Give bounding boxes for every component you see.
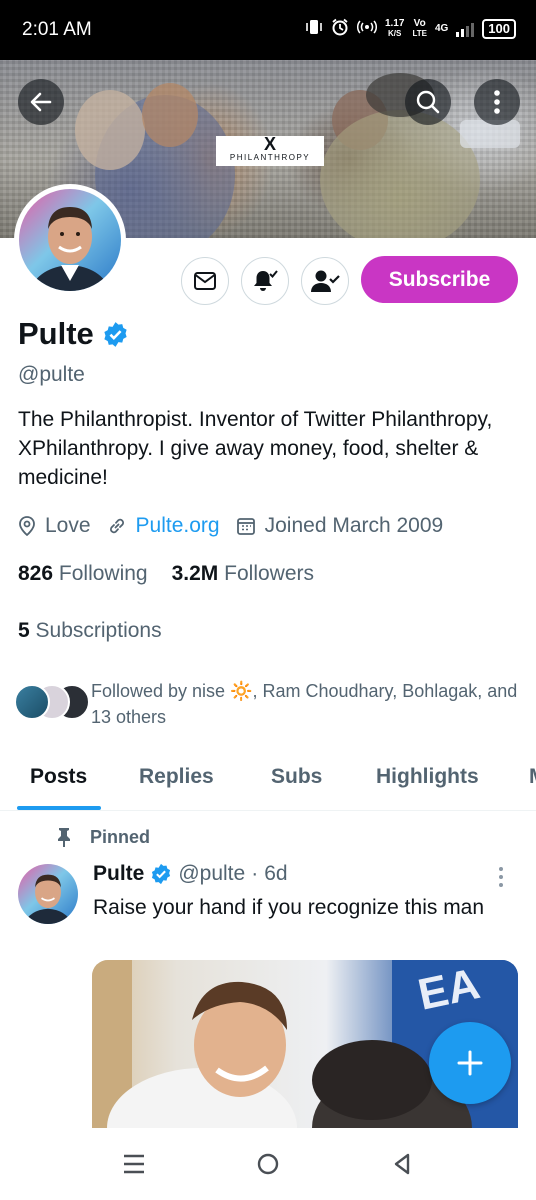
- subscribe-button[interactable]: Subscribe: [361, 256, 518, 303]
- home-button[interactable]: [248, 1148, 288, 1180]
- plus-icon: [457, 1050, 483, 1076]
- hotspot-icon: [356, 19, 378, 38]
- verified-badge-icon: [152, 863, 171, 885]
- more-options-button[interactable]: [474, 79, 520, 125]
- profile-bio: The Philanthropist. Inventor of Twitter …: [18, 408, 493, 489]
- system-navigation-bar: [0, 1128, 536, 1200]
- tweet-author-handle[interactable]: @pulte: [178, 862, 245, 886]
- network-speed: 1.17 K/S: [384, 17, 405, 38]
- network-type: 4G: [434, 22, 449, 34]
- follow-stats: 826 Following 3.2M Followers: [18, 562, 314, 586]
- tweet-separator: ·: [251, 862, 259, 885]
- message-button[interactable]: [181, 257, 229, 305]
- active-tab-indicator: [17, 806, 101, 810]
- search-icon: [416, 90, 440, 114]
- tweet-text: Raise your hand if you recognize this ma…: [93, 896, 485, 919]
- profile-tabs: Posts Replies Subs Highlights M: [0, 750, 536, 811]
- website-item[interactable]: Pulte.org: [107, 514, 220, 538]
- status-bar: 2:01 AM 1.17 K/S Vo LTE 4G 100: [0, 0, 536, 60]
- following-button[interactable]: [301, 257, 349, 305]
- back-button[interactable]: [18, 79, 64, 125]
- tweet-more-button[interactable]: [498, 866, 504, 893]
- avatar-photo: [19, 189, 121, 291]
- signal-icon: [456, 21, 475, 37]
- location-pin-icon: [19, 516, 35, 536]
- joined-text: Joined March 2009: [264, 514, 444, 537]
- back-triangle-icon: [394, 1153, 410, 1175]
- status-icons: 1.17 K/S Vo LTE 4G 100: [305, 18, 516, 39]
- profile-avatar[interactable]: [14, 184, 126, 296]
- bell-check-icon: [254, 270, 278, 291]
- search-button[interactable]: [405, 79, 451, 125]
- location-item: Love: [18, 514, 91, 538]
- recent-apps-button[interactable]: [114, 1148, 154, 1180]
- menu-lines-icon: [124, 1154, 144, 1174]
- more-vertical-icon: [494, 90, 500, 114]
- website-link[interactable]: Pulte.org: [136, 514, 220, 538]
- followed-by-text[interactable]: Followed by nise 🔆, Ram Choudhary, Bohla…: [91, 678, 531, 730]
- follower-avatar: [14, 684, 50, 720]
- profile-handle: @pulte: [18, 363, 85, 386]
- calendar-icon: [236, 518, 255, 535]
- pinned-label-row: Pinned: [56, 826, 150, 848]
- tab-media[interactable]: M: [529, 765, 536, 789]
- link-icon: [109, 518, 124, 534]
- status-time: 2:01 AM: [22, 19, 92, 40]
- compose-post-button[interactable]: [429, 1022, 511, 1104]
- tweet-author-name[interactable]: Pulte: [93, 862, 144, 886]
- tab-subs[interactable]: Subs: [271, 765, 322, 789]
- profile-name-row: Pulte: [18, 316, 129, 352]
- following-stat[interactable]: 826 Following: [18, 562, 148, 586]
- profile-meta: Love Pulte.org Joined March 2009: [18, 514, 459, 538]
- joined-item: Joined March 2009: [236, 514, 444, 538]
- alarm-icon: [331, 18, 349, 39]
- tab-replies[interactable]: Replies: [139, 765, 214, 789]
- pin-icon: [58, 828, 70, 847]
- location-text: Love: [45, 514, 91, 537]
- volte-indicator: Vo LTE: [412, 17, 427, 38]
- x-philanthropy-logo: X PHILANTHROPY: [216, 135, 324, 166]
- verified-badge-icon[interactable]: [102, 321, 129, 348]
- followers-stat[interactable]: 3.2M Followers: [172, 562, 314, 586]
- pinned-label: Pinned: [90, 826, 151, 847]
- tab-highlights[interactable]: Highlights: [376, 765, 479, 789]
- home-circle-icon: [257, 1153, 279, 1175]
- tweet-author-avatar[interactable]: [18, 864, 78, 924]
- tweet-header: Pulte @pulte · 6d: [93, 862, 288, 886]
- back-nav-button[interactable]: [382, 1148, 422, 1180]
- notifications-button[interactable]: [241, 257, 289, 305]
- tweet-time[interactable]: 6d: [264, 862, 287, 886]
- back-arrow-icon: [30, 92, 52, 112]
- more-vertical-icon: [499, 867, 503, 887]
- envelope-icon: [194, 272, 216, 290]
- vibrate-icon: [305, 19, 323, 38]
- subscriptions-stat[interactable]: 5 Subscriptions: [18, 619, 162, 643]
- profile-name: Pulte: [18, 316, 94, 351]
- user-check-icon: [311, 270, 340, 292]
- battery-indicator: 100: [482, 18, 516, 39]
- tab-posts[interactable]: Posts: [30, 765, 87, 789]
